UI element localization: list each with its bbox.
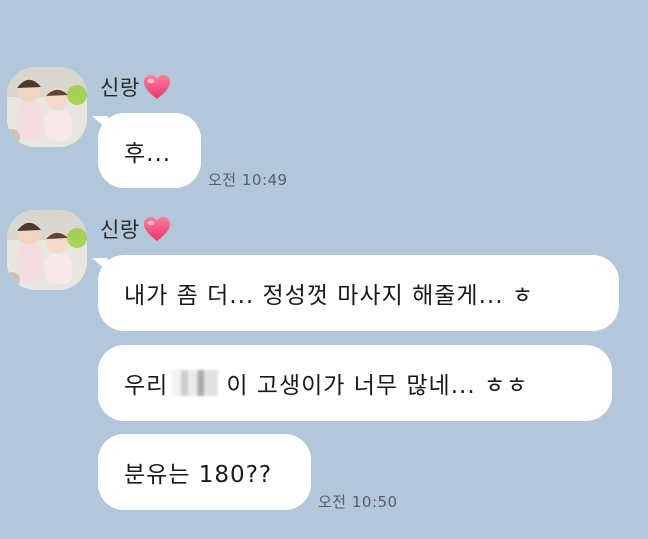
avatar[interactable] [7, 210, 87, 290]
message-bubble[interactable]: 내가 좀 더... 정성껏 마사지 해줄게... ㅎ [98, 255, 619, 331]
sender-name: 신랑 [100, 72, 172, 102]
sender-name: 신랑 [100, 214, 172, 244]
heart-icon [142, 73, 172, 101]
message-text: 내가 좀 더... 정성껏 마사지 해줄게... ㅎ [124, 283, 534, 309]
message-text: 우리 [124, 373, 169, 399]
message-bubble[interactable]: 분유는 180?? [98, 434, 311, 510]
message-text: 이 고생이가 너무 많네... ㅎㅎ [226, 373, 529, 399]
sender-name-text: 신랑 [100, 218, 140, 242]
message-text: 후... [124, 140, 172, 167]
avatar[interactable] [7, 67, 87, 147]
message-time: 오전 10:49 [208, 171, 288, 189]
message-text: 분유는 180?? [124, 462, 273, 488]
message-time: 오전 10:50 [318, 493, 398, 511]
message-bubble[interactable]: 후... [98, 113, 201, 188]
sender-name-text: 신랑 [100, 76, 140, 100]
avatar-photo [7, 210, 87, 290]
avatar-photo [7, 67, 87, 147]
heart-icon [142, 215, 172, 243]
message-bubble[interactable]: 우리 이 고생이가 너무 많네... ㅎㅎ [98, 345, 612, 421]
redacted-name [172, 370, 219, 396]
